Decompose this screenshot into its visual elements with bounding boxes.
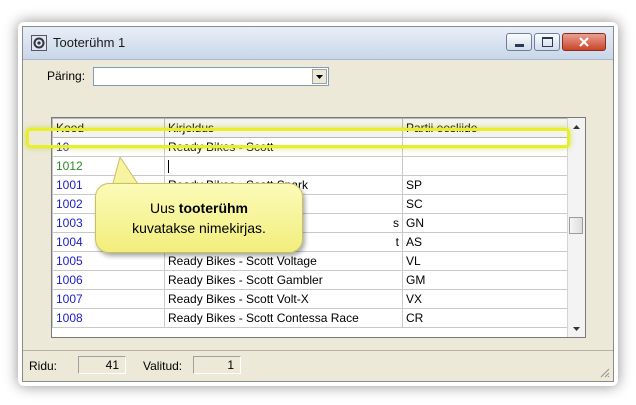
cell-batch-prefix[interactable] bbox=[402, 156, 570, 176]
callout-text-after: kuvatakse nimekirjas. bbox=[132, 220, 266, 236]
table-row[interactable]: 1007 Ready Bikes - Scott Volt-X VX bbox=[52, 289, 570, 309]
cell-description[interactable]: Ready Bikes - Scott Volt-X bbox=[164, 289, 403, 309]
cell-batch-prefix[interactable]: SP bbox=[402, 175, 570, 195]
text-cursor bbox=[168, 160, 169, 174]
cell-description[interactable]: Ready Bikes - Scott Gambler bbox=[164, 270, 403, 290]
table-row[interactable]: 1006 Ready Bikes - Scott Gambler GM bbox=[52, 270, 570, 290]
rows-count-value: 41 bbox=[78, 356, 126, 374]
cell-description-editing[interactable] bbox=[164, 156, 403, 176]
cell-code[interactable]: 1012 bbox=[52, 156, 165, 176]
maximize-button[interactable] bbox=[534, 33, 560, 51]
cell-code[interactable]: 1008 bbox=[52, 308, 165, 328]
vertical-scrollbar[interactable] bbox=[567, 118, 585, 337]
cell-batch-prefix[interactable]: CR bbox=[402, 308, 570, 328]
scroll-down-button[interactable] bbox=[568, 320, 585, 337]
callout-text-bold: tooterühm bbox=[178, 200, 248, 216]
new-row-highlight bbox=[26, 128, 570, 148]
cell-batch-prefix[interactable]: VX bbox=[402, 289, 570, 309]
query-select[interactable] bbox=[93, 67, 329, 86]
callout-text-before: Uus bbox=[149, 200, 179, 216]
selected-count-value: 1 bbox=[193, 356, 241, 374]
cell-batch-prefix[interactable]: GN bbox=[402, 213, 570, 233]
table-row[interactable]: 1008 Ready Bikes - Scott Contessa Race C… bbox=[52, 308, 570, 328]
scroll-thumb[interactable] bbox=[569, 217, 583, 234]
cell-code[interactable]: 1005 bbox=[52, 251, 165, 271]
cell-code[interactable]: 1006 bbox=[52, 270, 165, 290]
cell-batch-prefix[interactable]: VL bbox=[402, 251, 570, 271]
cell-code[interactable]: 1007 bbox=[52, 289, 165, 309]
status-bar: Ridu: 41 Valitud: 1 bbox=[23, 350, 613, 381]
title-bar[interactable]: Tooterühm 1 bbox=[23, 27, 613, 60]
arrow-down-icon bbox=[573, 326, 580, 331]
close-icon bbox=[579, 37, 589, 47]
query-label: Päring: bbox=[47, 69, 86, 83]
window-title: Tooterühm 1 bbox=[53, 35, 126, 50]
rows-count-label: Ridu: bbox=[29, 359, 58, 373]
table-row[interactable]: 1005 Ready Bikes - Scott Voltage VL bbox=[52, 251, 570, 271]
chevron-down-icon bbox=[316, 74, 323, 79]
resize-grip-icon[interactable] bbox=[598, 366, 610, 378]
cell-description[interactable]: Ready Bikes - Scott Voltage bbox=[164, 251, 403, 271]
maximize-icon bbox=[541, 37, 553, 47]
cell-batch-prefix[interactable]: GM bbox=[402, 270, 570, 290]
close-button[interactable] bbox=[562, 33, 606, 51]
dropdown-arrow-button[interactable] bbox=[312, 69, 327, 84]
app-gear-icon bbox=[31, 35, 47, 51]
minimize-icon bbox=[514, 43, 524, 47]
cell-batch-prefix[interactable]: SC bbox=[402, 194, 570, 214]
cell-description[interactable]: Ready Bikes - Scott Contessa Race bbox=[164, 308, 403, 328]
scroll-up-button[interactable] bbox=[568, 118, 585, 135]
selected-count-label: Valitud: bbox=[143, 359, 183, 373]
minimize-button[interactable] bbox=[506, 33, 532, 51]
arrow-up-icon bbox=[573, 124, 580, 129]
cell-batch-prefix[interactable]: AS bbox=[402, 232, 570, 252]
info-callout: Uus tooterühm kuvatakse nimekirjas. bbox=[95, 183, 303, 253]
